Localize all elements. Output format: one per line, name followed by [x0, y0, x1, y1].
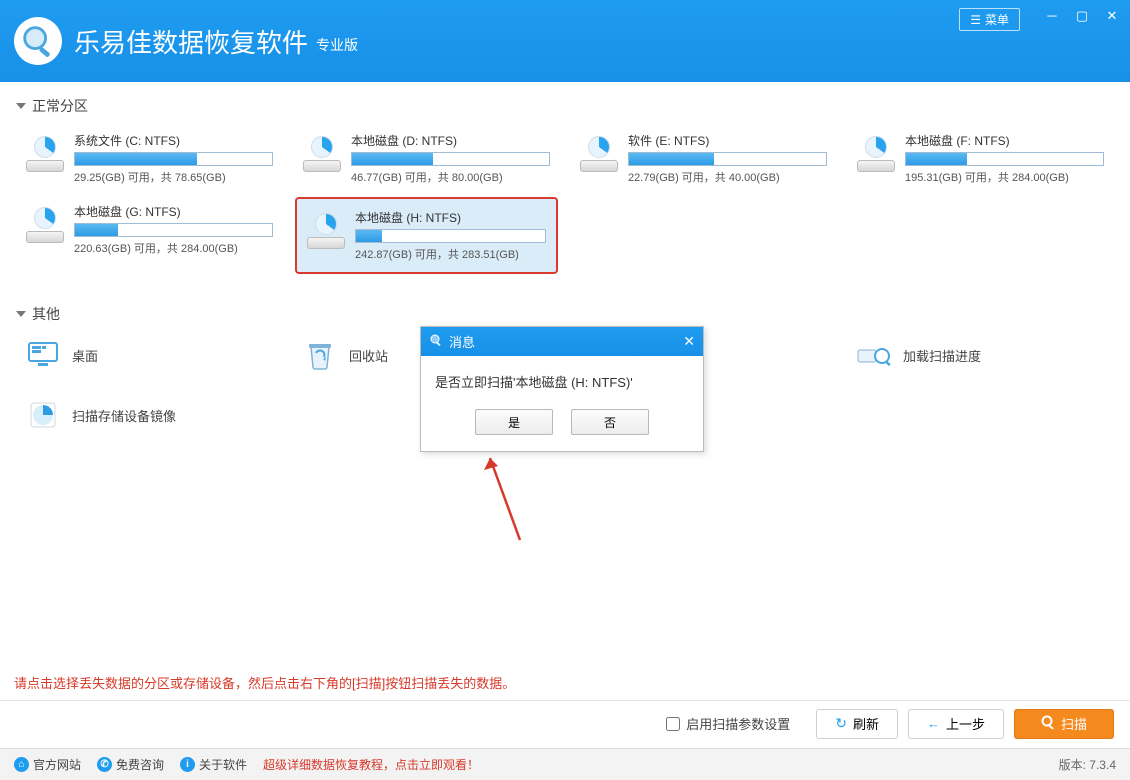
menu-button[interactable]: ☰ 菜单 [959, 8, 1020, 31]
other-title: 其他 [32, 304, 60, 324]
drive-item[interactable]: 本地磁盘 (D: NTFS) 46.77(GB) 可用，共 80.00(GB) [295, 126, 558, 191]
about-link[interactable]: i 关于软件 [180, 756, 247, 773]
drive-stat: 242.87(GB) 可用，共 283.51(GB) [355, 246, 546, 262]
prev-button[interactable]: ← 上一步 [908, 709, 1004, 739]
image-scan-label: 扫描存储设备镜像 [72, 406, 176, 425]
drive-name: 本地磁盘 (H: NTFS) [355, 209, 546, 226]
partitions-header: 正常分区 [18, 96, 1112, 116]
window-controls: ─ ▢ ✕ [1044, 8, 1120, 24]
menu-label: 菜单 [985, 11, 1009, 28]
drive-name: 本地磁盘 (F: NTFS) [905, 132, 1104, 149]
scan-label: 扫描 [1061, 714, 1087, 733]
dialog-title: 消息 [449, 332, 475, 351]
load-progress-icon [857, 338, 891, 372]
recycle-label: 回收站 [349, 346, 388, 365]
drive-name: 本地磁盘 (G: NTFS) [74, 203, 273, 220]
menu-icon: ☰ [970, 13, 981, 27]
consult-link[interactable]: ✆ 免费咨询 [97, 756, 164, 773]
desktop-icon [26, 338, 60, 372]
tutorial-link[interactable]: 超级详细数据恢复教程，点击立即观看！ [263, 756, 479, 773]
refresh-icon: ↻ [835, 715, 847, 732]
drive-stat: 220.63(GB) 可用，共 284.00(GB) [74, 240, 273, 256]
drive-icon [857, 138, 897, 172]
drive-item[interactable]: 软件 (E: NTFS) 22.79(GB) 可用，共 40.00(GB) [572, 126, 835, 191]
bottom-toolbar: 启用扫描参数设置 ↻ 刷新 ← 上一步 扫描 [0, 700, 1130, 746]
arrow-left-icon: ← [927, 716, 940, 731]
drive-stat: 46.77(GB) 可用，共 80.00(GB) [351, 169, 550, 185]
partitions-title: 正常分区 [32, 96, 88, 116]
image-scan-item[interactable]: 扫描存储设备镜像 [18, 394, 281, 436]
app-title: 乐易佳数据恢复软件 [74, 23, 308, 60]
drive-item[interactable]: 系统文件 (C: NTFS) 29.25(GB) 可用，共 78.65(GB) [18, 126, 281, 191]
dialog-titlebar: 消息 ✕ [421, 327, 703, 356]
recycle-icon [303, 338, 337, 372]
drive-icon [580, 138, 620, 172]
official-site-link[interactable]: ⌂ 官方网站 [14, 756, 81, 773]
drive-icon [303, 138, 343, 172]
hint-text: 请点击选择丢失数据的分区或存储设备，然后点击右下角的[扫描]按钮扫描丢失的数据。 [14, 673, 515, 692]
consult-label: 免费咨询 [116, 756, 164, 773]
drive-usage-bar [74, 152, 273, 166]
version-text: 版本: 7.3.4 [1059, 756, 1116, 773]
close-button[interactable]: ✕ [1104, 8, 1120, 24]
drive-stat: 29.25(GB) 可用，共 78.65(GB) [74, 169, 273, 185]
drive-usage-bar [355, 229, 546, 243]
dialog-icon [429, 333, 443, 350]
collapse-icon[interactable] [16, 311, 26, 317]
drive-stat: 22.79(GB) 可用，共 40.00(GB) [628, 169, 827, 185]
dialog-yes-button[interactable]: 是 [475, 409, 553, 435]
home-icon: ⌂ [14, 757, 29, 772]
drive-usage-bar [905, 152, 1104, 166]
app-subtitle: 专业版 [316, 35, 358, 55]
app-logo-icon [14, 17, 62, 65]
drive-item[interactable]: 本地磁盘 (G: NTFS) 220.63(GB) 可用，共 284.00(GB) [18, 197, 281, 274]
prev-label: 上一步 [946, 714, 985, 733]
scan-params-checkbox[interactable]: 启用扫描参数设置 [666, 714, 790, 733]
drive-icon [26, 138, 66, 172]
version-value: 7.3.4 [1089, 758, 1116, 772]
dialog-no-button[interactable]: 否 [571, 409, 649, 435]
chat-icon: ✆ [97, 757, 112, 772]
refresh-button[interactable]: ↻ 刷新 [816, 709, 898, 739]
dialog-close-button[interactable]: ✕ [683, 333, 695, 350]
load-progress-item[interactable]: 加载扫描进度 [849, 334, 1112, 376]
scan-button[interactable]: 扫描 [1014, 709, 1114, 739]
search-icon [1041, 715, 1055, 732]
drive-usage-bar [628, 152, 827, 166]
drive-name: 软件 (E: NTFS) [628, 132, 827, 149]
other-header: 其他 [18, 304, 1112, 324]
app-header: 乐易佳数据恢复软件 专业版 ☰ 菜单 ─ ▢ ✕ [0, 0, 1130, 82]
drive-icon [307, 215, 347, 249]
drive-name: 系统文件 (C: NTFS) [74, 132, 273, 149]
collapse-icon[interactable] [16, 103, 26, 109]
official-site-label: 官方网站 [33, 756, 81, 773]
drive-usage-bar [351, 152, 550, 166]
status-bar: ⌂ 官方网站 ✆ 免费咨询 i 关于软件 超级详细数据恢复教程，点击立即观看！ 版本:… [0, 748, 1130, 780]
drive-usage-bar [74, 223, 273, 237]
info-icon: i [180, 757, 195, 772]
image-scan-icon [26, 398, 60, 432]
drive-name: 本地磁盘 (D: NTFS) [351, 132, 550, 149]
drive-item[interactable]: 本地磁盘 (F: NTFS) 195.31(GB) 可用，共 284.00(GB) [849, 126, 1112, 191]
confirm-dialog: 消息 ✕ 是否立即扫描'本地磁盘 (H: NTFS)' 是 否 [420, 326, 704, 452]
annotation-arrow [450, 440, 550, 560]
desktop-item[interactable]: 桌面 [18, 334, 281, 376]
dialog-message: 是否立即扫描'本地磁盘 (H: NTFS)' [421, 356, 703, 409]
minimize-button[interactable]: ─ [1044, 8, 1060, 24]
desktop-label: 桌面 [72, 346, 98, 365]
version-label: 版本: [1059, 758, 1086, 772]
drive-stat: 195.31(GB) 可用，共 284.00(GB) [905, 169, 1104, 185]
scan-params-label: 启用扫描参数设置 [686, 714, 790, 733]
drive-icon [26, 209, 66, 243]
drive-grid: 系统文件 (C: NTFS) 29.25(GB) 可用，共 78.65(GB) 本地… [18, 126, 1112, 274]
about-label: 关于软件 [199, 756, 247, 773]
load-progress-label: 加载扫描进度 [903, 346, 981, 365]
maximize-button[interactable]: ▢ [1074, 8, 1090, 24]
refresh-label: 刷新 [853, 714, 879, 733]
scan-params-input[interactable] [666, 717, 680, 731]
drive-item[interactable]: 本地磁盘 (H: NTFS) 242.87(GB) 可用，共 283.51(GB) [295, 197, 558, 274]
